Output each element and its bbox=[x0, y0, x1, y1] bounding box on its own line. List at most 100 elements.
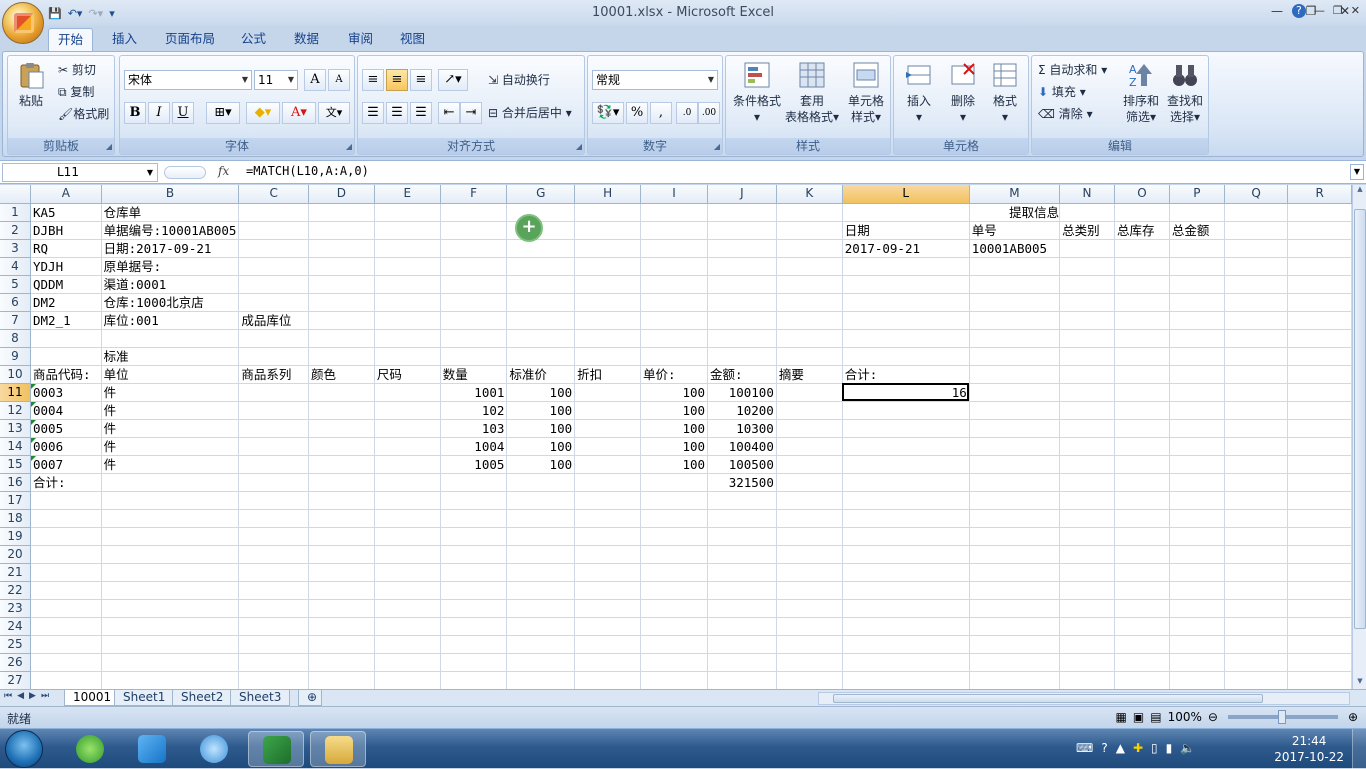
cell-A25[interactable] bbox=[30, 635, 102, 654]
cell-O11[interactable] bbox=[1114, 383, 1170, 402]
cell-L16[interactable] bbox=[842, 473, 970, 492]
cell-P17[interactable] bbox=[1169, 491, 1225, 510]
cell-P23[interactable] bbox=[1169, 599, 1225, 618]
cell-J11[interactable]: 100100 bbox=[707, 383, 777, 402]
cell-G13[interactable]: 100 bbox=[506, 419, 576, 438]
cell-E2[interactable] bbox=[374, 221, 441, 240]
cell-N1[interactable] bbox=[1059, 203, 1115, 222]
column-header[interactable]: D bbox=[308, 185, 375, 204]
cell-O17[interactable] bbox=[1114, 491, 1170, 510]
cell-D9[interactable] bbox=[308, 347, 375, 366]
cell-R13[interactable] bbox=[1287, 419, 1352, 438]
column-header[interactable]: J bbox=[707, 185, 777, 204]
row-header[interactable]: 13 bbox=[0, 419, 31, 438]
cell-G27[interactable] bbox=[506, 671, 576, 689]
minimize-button[interactable]: — bbox=[1260, 2, 1294, 20]
cell-D4[interactable] bbox=[308, 257, 375, 276]
cell-F23[interactable] bbox=[440, 599, 508, 618]
cell-I22[interactable] bbox=[640, 581, 709, 600]
cell-B12[interactable]: 件 bbox=[101, 401, 240, 420]
row-header[interactable]: 20 bbox=[0, 545, 31, 564]
cell-D6[interactable] bbox=[308, 293, 375, 312]
cell-H1[interactable] bbox=[574, 203, 642, 222]
cell-Q1[interactable] bbox=[1224, 203, 1289, 222]
cell-Q4[interactable] bbox=[1224, 257, 1289, 276]
cell-B5[interactable]: 渠道:0001 bbox=[101, 275, 240, 294]
cell-E10[interactable]: 尺码 bbox=[374, 365, 441, 384]
cell-K21[interactable] bbox=[776, 563, 843, 582]
find-select-button[interactable]: 查找和 选择▾ bbox=[1164, 60, 1206, 125]
network-icon[interactable]: ▮ bbox=[1166, 741, 1173, 755]
cell-A24[interactable] bbox=[30, 617, 102, 636]
font-size-combo[interactable]: 11 ▼ bbox=[254, 70, 298, 90]
cell-L8[interactable] bbox=[842, 329, 970, 348]
cell-P3[interactable] bbox=[1169, 239, 1225, 258]
cell-D12[interactable] bbox=[308, 401, 375, 420]
cell-C23[interactable] bbox=[238, 599, 309, 618]
cell-R10[interactable] bbox=[1287, 365, 1352, 384]
cell-P14[interactable] bbox=[1169, 437, 1225, 456]
cell-B20[interactable] bbox=[101, 545, 240, 564]
cell-H10[interactable]: 折扣 bbox=[574, 365, 642, 384]
cell-G6[interactable] bbox=[506, 293, 576, 312]
cell-C9[interactable] bbox=[238, 347, 309, 366]
ribbon-tab[interactable]: 插入 bbox=[103, 28, 146, 52]
cell-Q14[interactable] bbox=[1224, 437, 1289, 456]
cell-J6[interactable] bbox=[707, 293, 777, 312]
align-top-button[interactable]: ≡ bbox=[362, 69, 384, 91]
column-header[interactable]: R bbox=[1287, 185, 1352, 204]
cell-O10[interactable] bbox=[1114, 365, 1170, 384]
cell-R1[interactable] bbox=[1287, 203, 1352, 222]
page-layout-view-icon[interactable]: ▣ bbox=[1133, 710, 1144, 724]
cell-M25[interactable] bbox=[969, 635, 1061, 654]
cell-M14[interactable] bbox=[969, 437, 1061, 456]
taskbar-app-ie[interactable] bbox=[62, 731, 118, 767]
cell-A16[interactable]: 合计: bbox=[30, 473, 102, 492]
cell-R14[interactable] bbox=[1287, 437, 1352, 456]
cell-R22[interactable] bbox=[1287, 581, 1352, 600]
cell-N19[interactable] bbox=[1059, 527, 1115, 546]
cell-C7[interactable]: 成品库位 bbox=[238, 311, 309, 330]
cell-F11[interactable]: 1001 bbox=[440, 383, 508, 402]
cell-G15[interactable]: 100 bbox=[506, 455, 576, 474]
cell-E24[interactable] bbox=[374, 617, 441, 636]
cell-L1[interactable] bbox=[842, 203, 970, 222]
cell-G25[interactable] bbox=[506, 635, 576, 654]
cell-F9[interactable] bbox=[440, 347, 508, 366]
cell-O23[interactable] bbox=[1114, 599, 1170, 618]
cell-C27[interactable] bbox=[238, 671, 309, 689]
security-icon[interactable]: ✚ bbox=[1133, 741, 1143, 755]
cell-H23[interactable] bbox=[574, 599, 642, 618]
cell-M22[interactable] bbox=[969, 581, 1061, 600]
cell-G7[interactable] bbox=[506, 311, 576, 330]
increase-indent-button[interactable]: ⇥ bbox=[460, 102, 482, 124]
cell-A27[interactable] bbox=[30, 671, 102, 689]
cell-M21[interactable] bbox=[969, 563, 1061, 582]
percent-button[interactable]: % bbox=[626, 102, 648, 124]
cell-R18[interactable] bbox=[1287, 509, 1352, 528]
cell-R9[interactable] bbox=[1287, 347, 1352, 366]
row-header[interactable]: 3 bbox=[0, 239, 31, 258]
cell-C6[interactable] bbox=[238, 293, 309, 312]
cell-F22[interactable] bbox=[440, 581, 508, 600]
comma-button[interactable]: , bbox=[650, 102, 672, 124]
cell-L12[interactable] bbox=[842, 401, 970, 420]
cell-J17[interactable] bbox=[707, 491, 777, 510]
cell-P15[interactable] bbox=[1169, 455, 1225, 474]
fill-button[interactable]: ⬇ 填充 ▾ bbox=[1038, 82, 1086, 102]
cell-B15[interactable]: 件 bbox=[101, 455, 240, 474]
cell-O26[interactable] bbox=[1114, 653, 1170, 672]
cell-O25[interactable] bbox=[1114, 635, 1170, 654]
cell-M1[interactable]: 提取信息 bbox=[969, 203, 1061, 222]
cell-N16[interactable] bbox=[1059, 473, 1115, 492]
cell-O9[interactable] bbox=[1114, 347, 1170, 366]
row-header[interactable]: 27 bbox=[0, 671, 31, 689]
tray-arrow-icon[interactable]: ▲ bbox=[1116, 741, 1125, 755]
show-desktop-button[interactable] bbox=[1352, 729, 1366, 769]
cell-K26[interactable] bbox=[776, 653, 843, 672]
cell-N17[interactable] bbox=[1059, 491, 1115, 510]
cell-J20[interactable] bbox=[707, 545, 777, 564]
cell-Q2[interactable] bbox=[1224, 221, 1289, 240]
cell-H7[interactable] bbox=[574, 311, 642, 330]
cell-E21[interactable] bbox=[374, 563, 441, 582]
